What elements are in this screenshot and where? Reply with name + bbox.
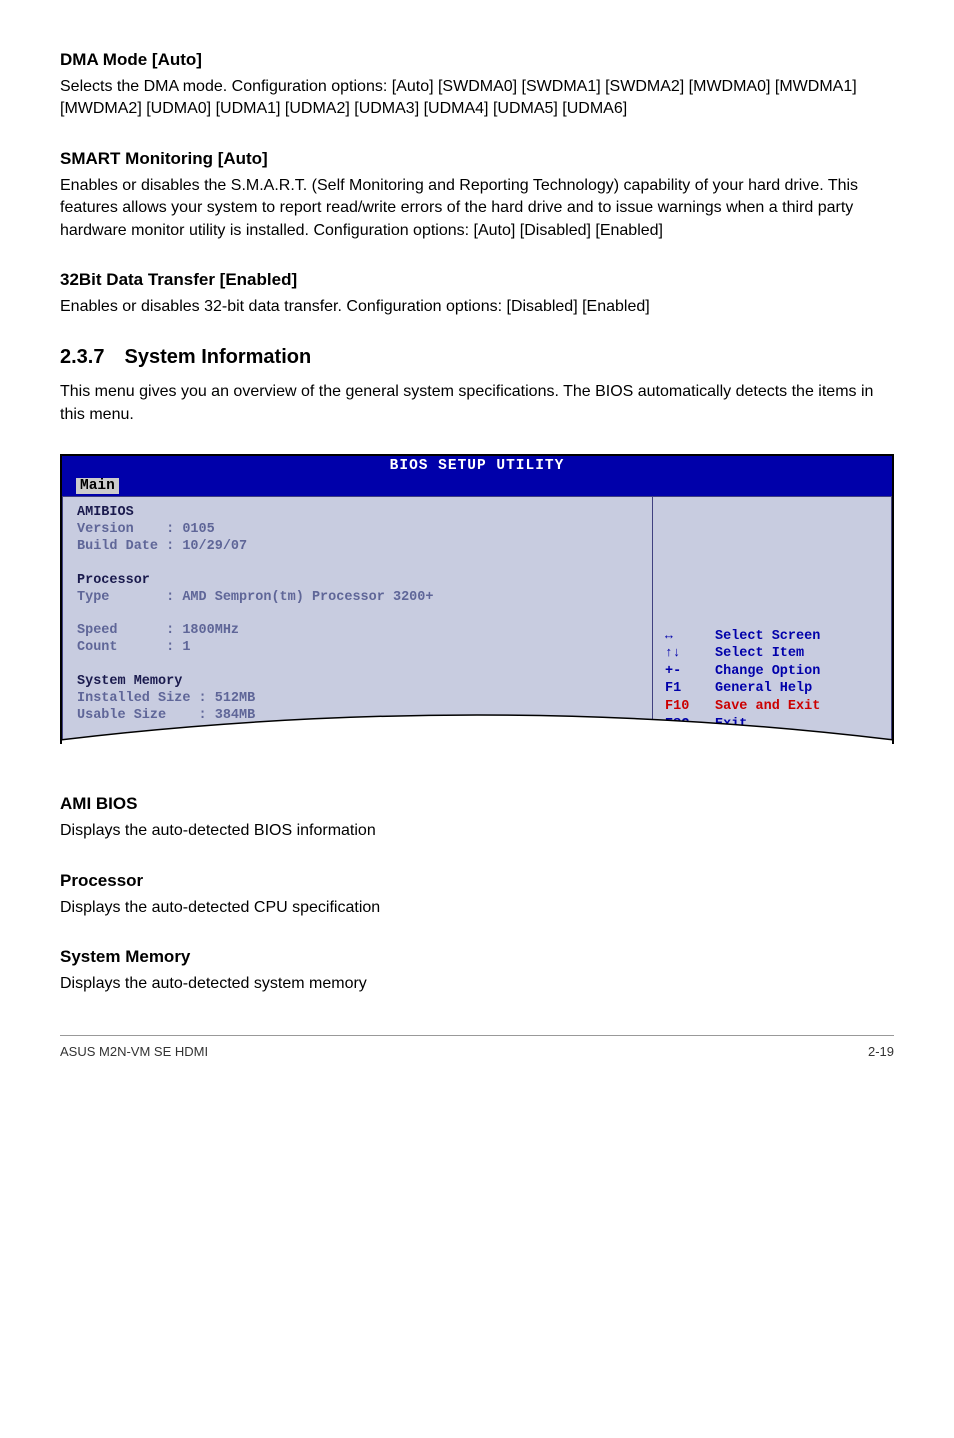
footer-page-number: 2-19 — [868, 1044, 894, 1059]
bios-tab-main[interactable]: Main — [76, 478, 119, 494]
bios-help-key-lr: ↔ — [665, 628, 715, 646]
ami-bios-body: Displays the auto-detected BIOS informat… — [60, 820, 894, 842]
bios-speed-label: Speed — [77, 623, 118, 638]
bios-help-row: ↔ Select Screen — [665, 628, 879, 646]
smart-heading: SMART Monitoring [Auto] — [60, 149, 894, 169]
system-information-heading: 2.3.7 System Information — [60, 346, 894, 369]
processor-body: Displays the auto-detected CPU specifica… — [60, 897, 894, 919]
bit32-body: Enables or disables 32-bit data transfer… — [60, 296, 894, 318]
bios-help-key-esc: ESC — [665, 716, 715, 734]
bios-help-row: ↑↓ Select Item — [665, 645, 879, 663]
bios-tab-row: Main — [62, 476, 892, 496]
bios-usable-label: Usable Size — [77, 708, 166, 723]
smart-body: Enables or disables the S.M.A.R.T. (Self… — [60, 175, 894, 242]
footer-product: ASUS M2N-VM SE HDMI — [60, 1044, 208, 1059]
bios-type-label: Type — [77, 590, 109, 605]
system-memory-heading: System Memory — [60, 947, 894, 967]
bios-help-row: +- Change Option — [665, 663, 879, 681]
bios-help-text-exit: Exit — [715, 716, 747, 734]
bios-amibios-label: AMIBIOS — [77, 505, 638, 522]
bios-processor-label: Processor — [77, 573, 638, 590]
bios-help-panel: ↔ Select Screen ↑↓ Select Item +- Change… — [652, 496, 892, 744]
bios-type-value: : AMD Sempron(tm) Processor 3200+ — [166, 590, 433, 605]
page-footer: ASUS M2N-VM SE HDMI 2-19 — [60, 1035, 894, 1059]
bit32-heading: 32Bit Data Transfer [Enabled] — [60, 270, 894, 290]
system-information-body: This menu gives you an overview of the g… — [60, 381, 894, 426]
bios-help-text-save-exit: Save and Exit — [715, 698, 820, 716]
bios-builddate-label: Build Date — [77, 539, 158, 554]
bios-help-key-f1: F1 — [665, 680, 715, 698]
bios-help-text-select-item: Select Item — [715, 645, 804, 663]
bios-version-label: Version — [77, 522, 134, 537]
bios-installed-label: Installed Size — [77, 691, 190, 706]
bios-count-value: : 1 — [166, 640, 190, 655]
bios-help-key-ud: ↑↓ — [665, 645, 715, 663]
ami-bios-heading: AMI BIOS — [60, 794, 894, 814]
dma-mode-body: Selects the DMA mode. Configuration opti… — [60, 76, 894, 121]
bios-left-panel: AMIBIOS Version : 0105 Build Date : 10/2… — [62, 496, 652, 744]
bios-help-key-f10: F10 — [665, 698, 715, 716]
bios-help-row: ESC Exit — [665, 716, 879, 734]
processor-heading: Processor — [60, 871, 894, 891]
bios-help-text-general-help: General Help — [715, 680, 812, 698]
bios-help-text-select-screen: Select Screen — [715, 628, 820, 646]
dma-mode-heading: DMA Mode [Auto] — [60, 50, 894, 70]
bios-version-value: : 0105 — [166, 522, 215, 537]
bios-help-key-pm: +- — [665, 663, 715, 681]
bios-help-text-change-option: Change Option — [715, 663, 820, 681]
bios-help-row: F10 Save and Exit — [665, 698, 879, 716]
bios-count-label: Count — [77, 640, 118, 655]
bios-title-bar: BIOS SETUP UTILITY — [62, 456, 892, 476]
bios-builddate-value: : 10/29/07 — [166, 539, 247, 554]
bios-help-row: F1 General Help — [665, 680, 879, 698]
bios-setup-utility: BIOS SETUP UTILITY Main AMIBIOS Version … — [60, 454, 894, 744]
system-memory-body: Displays the auto-detected system memory — [60, 973, 894, 995]
bios-usable-value: : 384MB — [199, 708, 256, 723]
bios-speed-value: : 1800MHz — [166, 623, 239, 638]
bios-sysmem-label: System Memory — [77, 674, 638, 691]
bios-installed-value: : 512MB — [199, 691, 256, 706]
